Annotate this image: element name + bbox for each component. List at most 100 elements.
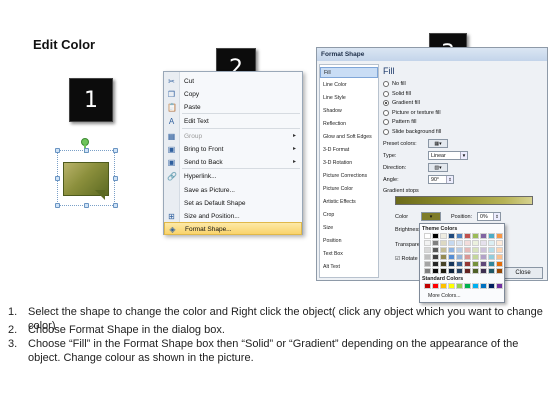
color-swatch[interactable] [424,261,431,267]
resize-handle[interactable] [113,203,118,208]
color-swatch[interactable] [432,240,439,246]
nav-item-text-box[interactable]: Text Box [320,249,378,260]
resize-handle[interactable] [84,148,89,153]
fill-option-slide-background-fill[interactable]: Slide background fill [383,128,441,137]
color-swatch[interactable] [488,268,495,274]
menu-item-format-shape[interactable]: ◈ Format Shape... [164,222,302,235]
nav-item-fill[interactable]: Fill [320,67,378,78]
color-swatch[interactable] [472,268,479,274]
color-swatch[interactable] [464,261,471,267]
nav-item-3-d-format[interactable]: 3-D Format [320,145,378,156]
position-input[interactable]: 0% ⇕ [477,212,501,221]
color-swatch[interactable] [456,283,463,289]
nav-item-position[interactable]: Position [320,236,378,247]
nav-item-line-style[interactable]: Line Style [320,93,378,104]
menu-item-cut[interactable]: ✂ Cut [164,75,302,88]
color-swatch[interactable] [496,240,503,246]
more-colors-link[interactable]: More Colors... [428,293,461,299]
color-swatch[interactable] [432,268,439,274]
color-swatch[interactable] [464,247,471,253]
radio-button[interactable] [383,81,389,87]
color-swatch[interactable] [456,247,463,253]
color-swatch[interactable] [480,254,487,260]
color-swatch[interactable] [448,283,455,289]
color-swatch[interactable] [432,261,439,267]
color-swatch[interactable] [456,261,463,267]
color-swatch[interactable] [472,283,479,289]
color-swatch[interactable] [424,254,431,260]
menu-item-save-as-picture[interactable]: Save as Picture... [164,184,302,197]
color-swatch[interactable] [480,233,487,239]
close-button[interactable]: Close [503,267,543,279]
radio-button[interactable] [383,109,389,116]
color-swatch[interactable] [464,254,471,260]
color-swatch[interactable] [480,268,487,274]
color-swatch[interactable] [440,283,447,289]
resize-handle[interactable] [113,148,118,153]
radio-button[interactable] [383,90,389,97]
color-swatch[interactable] [488,240,495,246]
spinner-icon[interactable]: ⇕ [493,213,500,220]
color-swatch[interactable] [432,233,439,239]
menu-item-hyperlink[interactable]: 🔗 Hyperlink... [164,170,302,183]
color-swatch[interactable] [440,240,447,246]
radio-button[interactable] [383,100,389,106]
fill-option-gradient-fill[interactable]: Gradient fill [383,99,420,108]
color-swatch[interactable] [488,261,495,267]
fill-option-solid-fill[interactable]: Solid fill [383,90,411,99]
radio-button[interactable] [383,119,389,125]
resize-handle[interactable] [84,203,89,208]
color-swatch[interactable] [472,240,479,246]
nav-item-alt-text[interactable]: Alt Text [320,262,378,273]
color-swatch[interactable] [480,240,487,246]
color-swatch[interactable] [448,268,455,274]
color-swatch[interactable] [432,247,439,253]
preset-colors-button[interactable]: ▦▾ [428,139,448,148]
angle-input[interactable]: 90° ⇕ [428,175,454,184]
color-swatch[interactable] [448,240,455,246]
color-swatch[interactable] [432,254,439,260]
color-swatch[interactable] [456,233,463,239]
menu-item-paste[interactable]: 📋 Paste [164,101,302,114]
nav-item-picture-corrections[interactable]: Picture Corrections [320,171,378,182]
nav-item-glow-and-soft-edges[interactable]: Glow and Soft Edges [320,132,378,143]
color-swatch[interactable] [440,268,447,274]
nav-item-crop[interactable]: Crop [320,210,378,221]
radio-button[interactable] [383,128,389,135]
gradient-stops-bar[interactable] [395,196,533,205]
color-swatch[interactable] [424,233,431,239]
nav-item-reflection[interactable]: Reflection [320,119,378,130]
menu-item-group[interactable]: ▦ Group ▸ [164,130,302,143]
color-swatch[interactable] [456,254,463,260]
menu-item-send-to-back[interactable]: ▣ Send to Back ▸ [164,156,302,169]
selected-shape[interactable] [53,138,121,208]
color-picker-button[interactable]: ▾ [421,212,441,221]
menu-item-edit-text[interactable]: A Edit Text [164,115,302,128]
color-swatch[interactable] [424,268,431,274]
color-swatch[interactable] [496,247,503,253]
color-swatch[interactable] [456,268,463,274]
color-swatch[interactable] [472,233,479,239]
color-swatch[interactable] [472,261,479,267]
color-swatch[interactable] [464,268,471,274]
color-swatch[interactable] [496,283,503,289]
color-swatch[interactable] [424,240,431,246]
nav-item-size[interactable]: Size [320,223,378,234]
menu-item-bring-to-front[interactable]: ▣ Bring to Front ▸ [164,143,302,156]
color-swatch[interactable] [456,240,463,246]
color-swatch[interactable] [488,247,495,253]
color-swatch[interactable] [448,233,455,239]
color-swatch[interactable] [424,283,431,289]
color-swatch[interactable] [480,261,487,267]
color-swatch[interactable] [496,268,503,274]
menu-item-copy[interactable]: ❐ Copy [164,88,302,101]
color-swatch[interactable] [424,247,431,253]
color-swatch[interactable] [448,254,455,260]
color-swatch[interactable] [480,283,487,289]
fill-option-no-fill[interactable]: No fill [383,80,406,89]
resize-handle[interactable] [55,148,60,153]
nav-item-3-d-rotation[interactable]: 3-D Rotation [320,158,378,169]
color-swatch[interactable] [448,247,455,253]
direction-button[interactable]: ▧▾ [428,163,448,172]
type-select[interactable]: Linear ▼ [428,151,468,160]
